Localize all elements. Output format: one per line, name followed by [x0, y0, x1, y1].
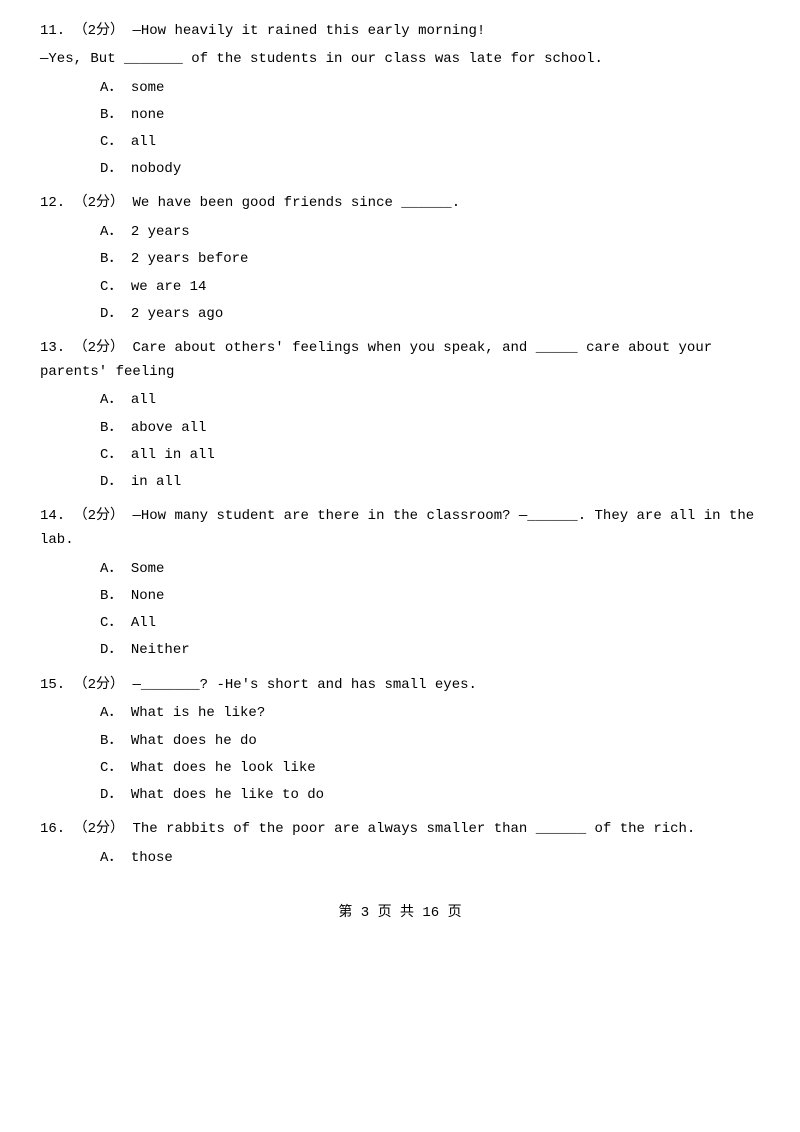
q12-points: （2分） — [74, 195, 124, 211]
q14-text1: —How many student are there in the class… — [40, 508, 754, 548]
page-number: 第 3 页 共 16 页 — [338, 905, 461, 921]
q11-option-b: B． none — [40, 103, 760, 128]
q15-option-a: A． What is he like? — [40, 701, 760, 726]
q14-opt-c-label: C． — [100, 615, 122, 631]
question-13-header: 13. （2分） Care about others' feelings whe… — [40, 337, 760, 385]
q11-option-d: D． nobody — [40, 157, 760, 182]
q14-opt-c-text: All — [131, 615, 156, 631]
q15-opt-a-text: What is he like? — [131, 705, 265, 721]
q11-option-c: C． all — [40, 130, 760, 155]
q13-opt-a-label: A． — [100, 392, 122, 408]
q15-opt-c-text: What does he look like — [131, 760, 316, 776]
q15-option-b: B． What does he do — [40, 729, 760, 754]
q12-number: 12. — [40, 195, 65, 211]
q15-opt-d-text: What does he like to do — [131, 787, 324, 803]
q13-option-a: A． all — [40, 388, 760, 413]
q12-text1: We have been good friends since ______. — [132, 195, 460, 211]
q14-points: （2分） — [74, 508, 124, 524]
q13-points: （2分） — [74, 340, 124, 356]
q11-opt-a-label: A． — [100, 80, 122, 96]
q13-opt-d-label: D． — [100, 474, 122, 490]
q12-option-a: A． 2 years — [40, 220, 760, 245]
q14-opt-b-text: None — [131, 588, 165, 604]
q14-opt-b-label: B． — [100, 588, 122, 604]
q14-opt-d-text: Neither — [131, 642, 190, 658]
q15-opt-b-text: What does he do — [131, 733, 257, 749]
q11-opt-d-text: nobody — [131, 161, 181, 177]
q15-points: （2分） — [74, 677, 124, 693]
question-16-header: 16. （2分） The rabbits of the poor are alw… — [40, 818, 760, 842]
q13-opt-b-text: above all — [131, 420, 207, 436]
q13-opt-a-text: all — [131, 392, 156, 408]
question-12: 12. （2分） We have been good friends since… — [40, 192, 760, 327]
q16-option-a: A． those — [40, 846, 760, 871]
q15-opt-c-label: C． — [100, 760, 122, 776]
q14-option-c: C． All — [40, 611, 760, 636]
question-16: 16. （2分） The rabbits of the poor are alw… — [40, 818, 760, 871]
q13-opt-c-text: all in all — [131, 447, 215, 463]
q16-text1: The rabbits of the poor are always small… — [132, 821, 695, 837]
q12-opt-a-label: A． — [100, 224, 122, 240]
question-13: 13. （2分） Care about others' feelings whe… — [40, 337, 760, 495]
exam-content: 11. （2分） —How heavily it rained this ear… — [40, 20, 760, 926]
q14-option-b: B． None — [40, 584, 760, 609]
q11-option-a: A． some — [40, 76, 760, 101]
q11-opt-b-label: B． — [100, 107, 122, 123]
q16-number: 16. — [40, 821, 65, 837]
q13-option-d: D． in all — [40, 470, 760, 495]
q16-opt-a-label: A． — [100, 850, 122, 866]
q13-option-c: C． all in all — [40, 443, 760, 468]
q15-opt-a-label: A． — [100, 705, 122, 721]
q13-text1: Care about others' feelings when you spe… — [40, 340, 712, 380]
page-footer: 第 3 页 共 16 页 — [40, 901, 760, 926]
question-11-line2: —Yes, But _______ of the students in our… — [40, 48, 760, 72]
question-12-header: 12. （2分） We have been good friends since… — [40, 192, 760, 216]
q12-opt-c-label: C． — [100, 279, 122, 295]
q11-opt-d-label: D． — [100, 161, 122, 177]
q15-option-d: D． What does he like to do — [40, 783, 760, 808]
q15-option-c: C． What does he look like — [40, 756, 760, 781]
q12-opt-c-text: we are 14 — [131, 279, 207, 295]
question-14: 14. （2分） —How many student are there in … — [40, 505, 760, 663]
question-15: 15. （2分） —_______? -He's short and has s… — [40, 674, 760, 809]
q12-option-d: D． 2 years ago — [40, 302, 760, 327]
q11-opt-b-text: none — [131, 107, 165, 123]
q13-opt-d-text: in all — [131, 474, 181, 490]
q15-opt-b-label: B． — [100, 733, 122, 749]
q11-opt-c-text: all — [131, 134, 156, 150]
q13-number: 13. — [40, 340, 65, 356]
q11-number: 11. — [40, 23, 65, 39]
q14-opt-a-label: A． — [100, 561, 122, 577]
q16-opt-a-text: those — [131, 850, 173, 866]
q14-option-d: D． Neither — [40, 638, 760, 663]
q13-opt-c-label: C． — [100, 447, 122, 463]
q12-opt-b-label: B． — [100, 251, 122, 267]
q14-number: 14. — [40, 508, 65, 524]
q13-opt-b-label: B． — [100, 420, 122, 436]
q11-points: （2分） — [74, 23, 124, 39]
q11-opt-a-text: some — [131, 80, 165, 96]
q12-opt-a-text: 2 years — [131, 224, 190, 240]
q12-opt-b-text: 2 years before — [131, 251, 249, 267]
q11-text1: —How heavily it rained this early mornin… — [132, 23, 485, 39]
q14-opt-a-text: Some — [131, 561, 165, 577]
q12-option-c: C． we are 14 — [40, 275, 760, 300]
q12-option-b: B． 2 years before — [40, 247, 760, 272]
q14-opt-d-label: D． — [100, 642, 122, 658]
question-14-header: 14. （2分） —How many student are there in … — [40, 505, 760, 553]
question-15-header: 15. （2分） —_______? -He's short and has s… — [40, 674, 760, 698]
question-11: 11. （2分） —How heavily it rained this ear… — [40, 20, 760, 182]
question-11-header: 11. （2分） —How heavily it rained this ear… — [40, 20, 760, 44]
q15-text1: —_______? -He's short and has small eyes… — [132, 677, 476, 693]
q13-option-b: B． above all — [40, 416, 760, 441]
q16-points: （2分） — [74, 821, 124, 837]
q14-option-a: A． Some — [40, 557, 760, 582]
q12-opt-d-label: D． — [100, 306, 122, 322]
q15-number: 15. — [40, 677, 65, 693]
q12-opt-d-text: 2 years ago — [131, 306, 223, 322]
q11-opt-c-label: C． — [100, 134, 122, 150]
q15-opt-d-label: D． — [100, 787, 122, 803]
